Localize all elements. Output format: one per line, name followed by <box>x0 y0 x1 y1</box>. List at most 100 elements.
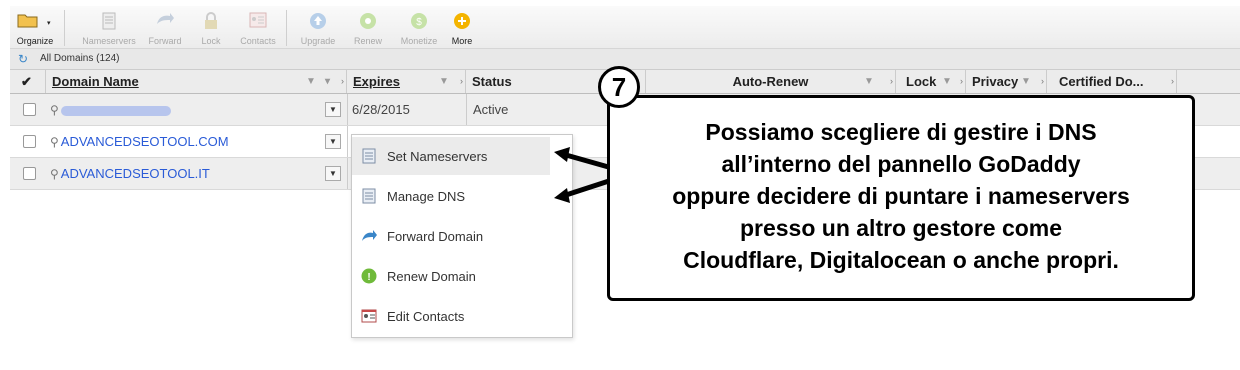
nameservers-button[interactable]: Nameservers <box>74 6 144 48</box>
contacts-label: Contacts <box>240 36 276 46</box>
column-certified-domain[interactable]: Certified Do... › <box>1047 70 1177 93</box>
more-icon <box>454 13 470 29</box>
monetize-button[interactable]: $ Monetize <box>394 6 444 48</box>
column-domain-label: Domain Name <box>52 74 139 89</box>
dns-doc-icon <box>362 188 376 204</box>
contacts-icon <box>249 12 267 28</box>
forward-label: Forward <box>148 36 182 46</box>
zoom-icon: ⚲ <box>50 167 59 181</box>
arrow-icon <box>554 147 613 171</box>
menu-item-label: Edit Contacts <box>387 309 465 324</box>
filter-icon[interactable]: ▼ <box>439 76 449 87</box>
chevron-right-icon: › <box>341 76 344 86</box>
row-dropdown-button[interactable]: ▼ <box>325 166 341 181</box>
domain-count: All Domains (124) <box>40 53 120 64</box>
column-expires-label: Expires <box>353 74 400 89</box>
filter-icon[interactable]: ▼ <box>306 76 316 87</box>
expires-cell: 6/28/2015 <box>352 102 410 117</box>
filter-icon[interactable]: ▼ <box>942 76 952 87</box>
upgrade-button[interactable]: Upgrade <box>296 6 340 48</box>
chevron-right-icon: › <box>460 76 463 86</box>
step-number-badge: 7 <box>598 66 640 108</box>
menu-item-manage-dns[interactable]: Manage DNS <box>352 177 572 215</box>
column-auto-renew[interactable]: Auto-Renew ▼ › <box>646 70 896 93</box>
annotation-callout: Possiamo scegliere di gestire i DNS all’… <box>607 95 1195 301</box>
zoom-icon: ⚲ <box>50 135 59 149</box>
row-checkbox[interactable] <box>23 103 36 116</box>
domain-link[interactable]: ⚲ ADVANCEDSEOTOOL.COM <box>50 134 229 149</box>
column-lock-label: Lock <box>906 74 937 89</box>
column-expires[interactable]: Expires ▼ › <box>347 70 466 93</box>
upgrade-icon <box>310 13 326 29</box>
menu-item-forward-domain[interactable]: Forward Domain <box>352 217 572 255</box>
cell-divider <box>466 94 467 125</box>
more-label: More <box>451 36 473 46</box>
callout-text: Possiamo scegliere di gestire i DNS all’… <box>672 119 1130 273</box>
zoom-icon: ⚲ <box>50 103 59 117</box>
select-all-checkbox[interactable]: ✔ <box>10 70 46 93</box>
more-button[interactable]: More <box>448 6 476 48</box>
renew-button[interactable]: Renew <box>346 6 390 48</box>
column-certified-label: Certified Do... <box>1059 74 1144 89</box>
forward-icon <box>157 13 174 24</box>
column-privacy[interactable]: Privacy ▼ › <box>966 70 1047 93</box>
menu-item-set-nameservers[interactable]: Set Nameservers <box>352 137 550 175</box>
lock-label: Lock <box>201 36 221 46</box>
arrow-icon <box>554 177 613 203</box>
row-dropdown-button[interactable]: ▼ <box>325 134 341 149</box>
organize-label: Organize <box>16 36 54 46</box>
monetize-label: Monetize <box>400 36 438 46</box>
menu-item-label: Manage DNS <box>387 189 466 204</box>
nameservers-doc-icon <box>362 148 376 164</box>
contacts-card-icon <box>361 309 377 323</box>
renew-label: Renew <box>353 36 382 46</box>
chevron-right-icon: › <box>1171 76 1174 86</box>
upgrade-label: Upgrade <box>300 36 336 46</box>
checkmark-icon: ✔ <box>21 74 32 89</box>
column-domain-name[interactable]: Domain Name ▼ ▾ › <box>46 70 347 93</box>
filter-icon[interactable]: ▼ <box>864 76 874 87</box>
column-lock[interactable]: Lock ▼ › <box>896 70 966 93</box>
chevron-right-icon: › <box>890 76 893 86</box>
lock-button[interactable]: Lock <box>194 6 228 48</box>
toolbar-divider <box>286 10 287 46</box>
svg-text:$: $ <box>416 17 422 28</box>
toolbar: ▾ Organize Nameservers Forward Lock Cont… <box>10 6 1240 49</box>
cell-divider <box>347 94 348 125</box>
blurred-domain <box>60 105 171 116</box>
cell-divider <box>347 158 348 189</box>
column-autorenew-label: Auto-Renew <box>732 74 809 89</box>
menu-item-label: Forward Domain <box>387 229 484 244</box>
domain-link[interactable]: ⚲ <box>50 102 171 117</box>
menu-item-renew-domain[interactable]: ! Renew Domain <box>352 257 572 295</box>
row-checkbox[interactable] <box>23 167 36 180</box>
domain-link[interactable]: ⚲ ADVANCEDSEOTOOL.IT <box>50 166 210 181</box>
nameservers-icon <box>102 12 116 30</box>
sort-down-icon[interactable]: ▾ <box>325 76 335 87</box>
row-checkbox[interactable] <box>23 135 36 148</box>
monetize-icon: $ <box>411 13 427 29</box>
organize-button[interactable]: ▾ Organize <box>10 6 60 48</box>
refresh-icon[interactable]: ↻ <box>18 52 28 66</box>
renew-circle-icon: ! <box>361 268 377 284</box>
cell-divider <box>347 126 348 157</box>
forward-button[interactable]: Forward <box>144 6 186 48</box>
nameservers-label: Nameservers <box>82 36 136 46</box>
lock-icon <box>205 12 217 29</box>
chevron-right-icon: › <box>960 76 963 86</box>
menu-item-label: Renew Domain <box>387 269 476 284</box>
toolbar-divider <box>64 10 65 46</box>
column-privacy-label: Privacy <box>972 74 1019 89</box>
column-status-label: Status <box>472 74 512 89</box>
menu-item-label: Set Nameservers <box>387 149 488 164</box>
chevron-down-icon: ▾ <box>47 20 51 27</box>
filter-icon[interactable]: ▼ <box>1021 76 1031 87</box>
menu-item-edit-contacts[interactable]: Edit Contacts <box>352 297 572 335</box>
renew-icon <box>360 13 376 29</box>
forward-arrow-icon <box>362 230 377 241</box>
folder-icon <box>17 14 38 28</box>
chevron-right-icon: › <box>1041 76 1044 86</box>
row-dropdown-button[interactable]: ▼ <box>325 102 341 117</box>
svg-text:!: ! <box>367 272 370 283</box>
contacts-button[interactable]: Contacts <box>236 6 280 48</box>
